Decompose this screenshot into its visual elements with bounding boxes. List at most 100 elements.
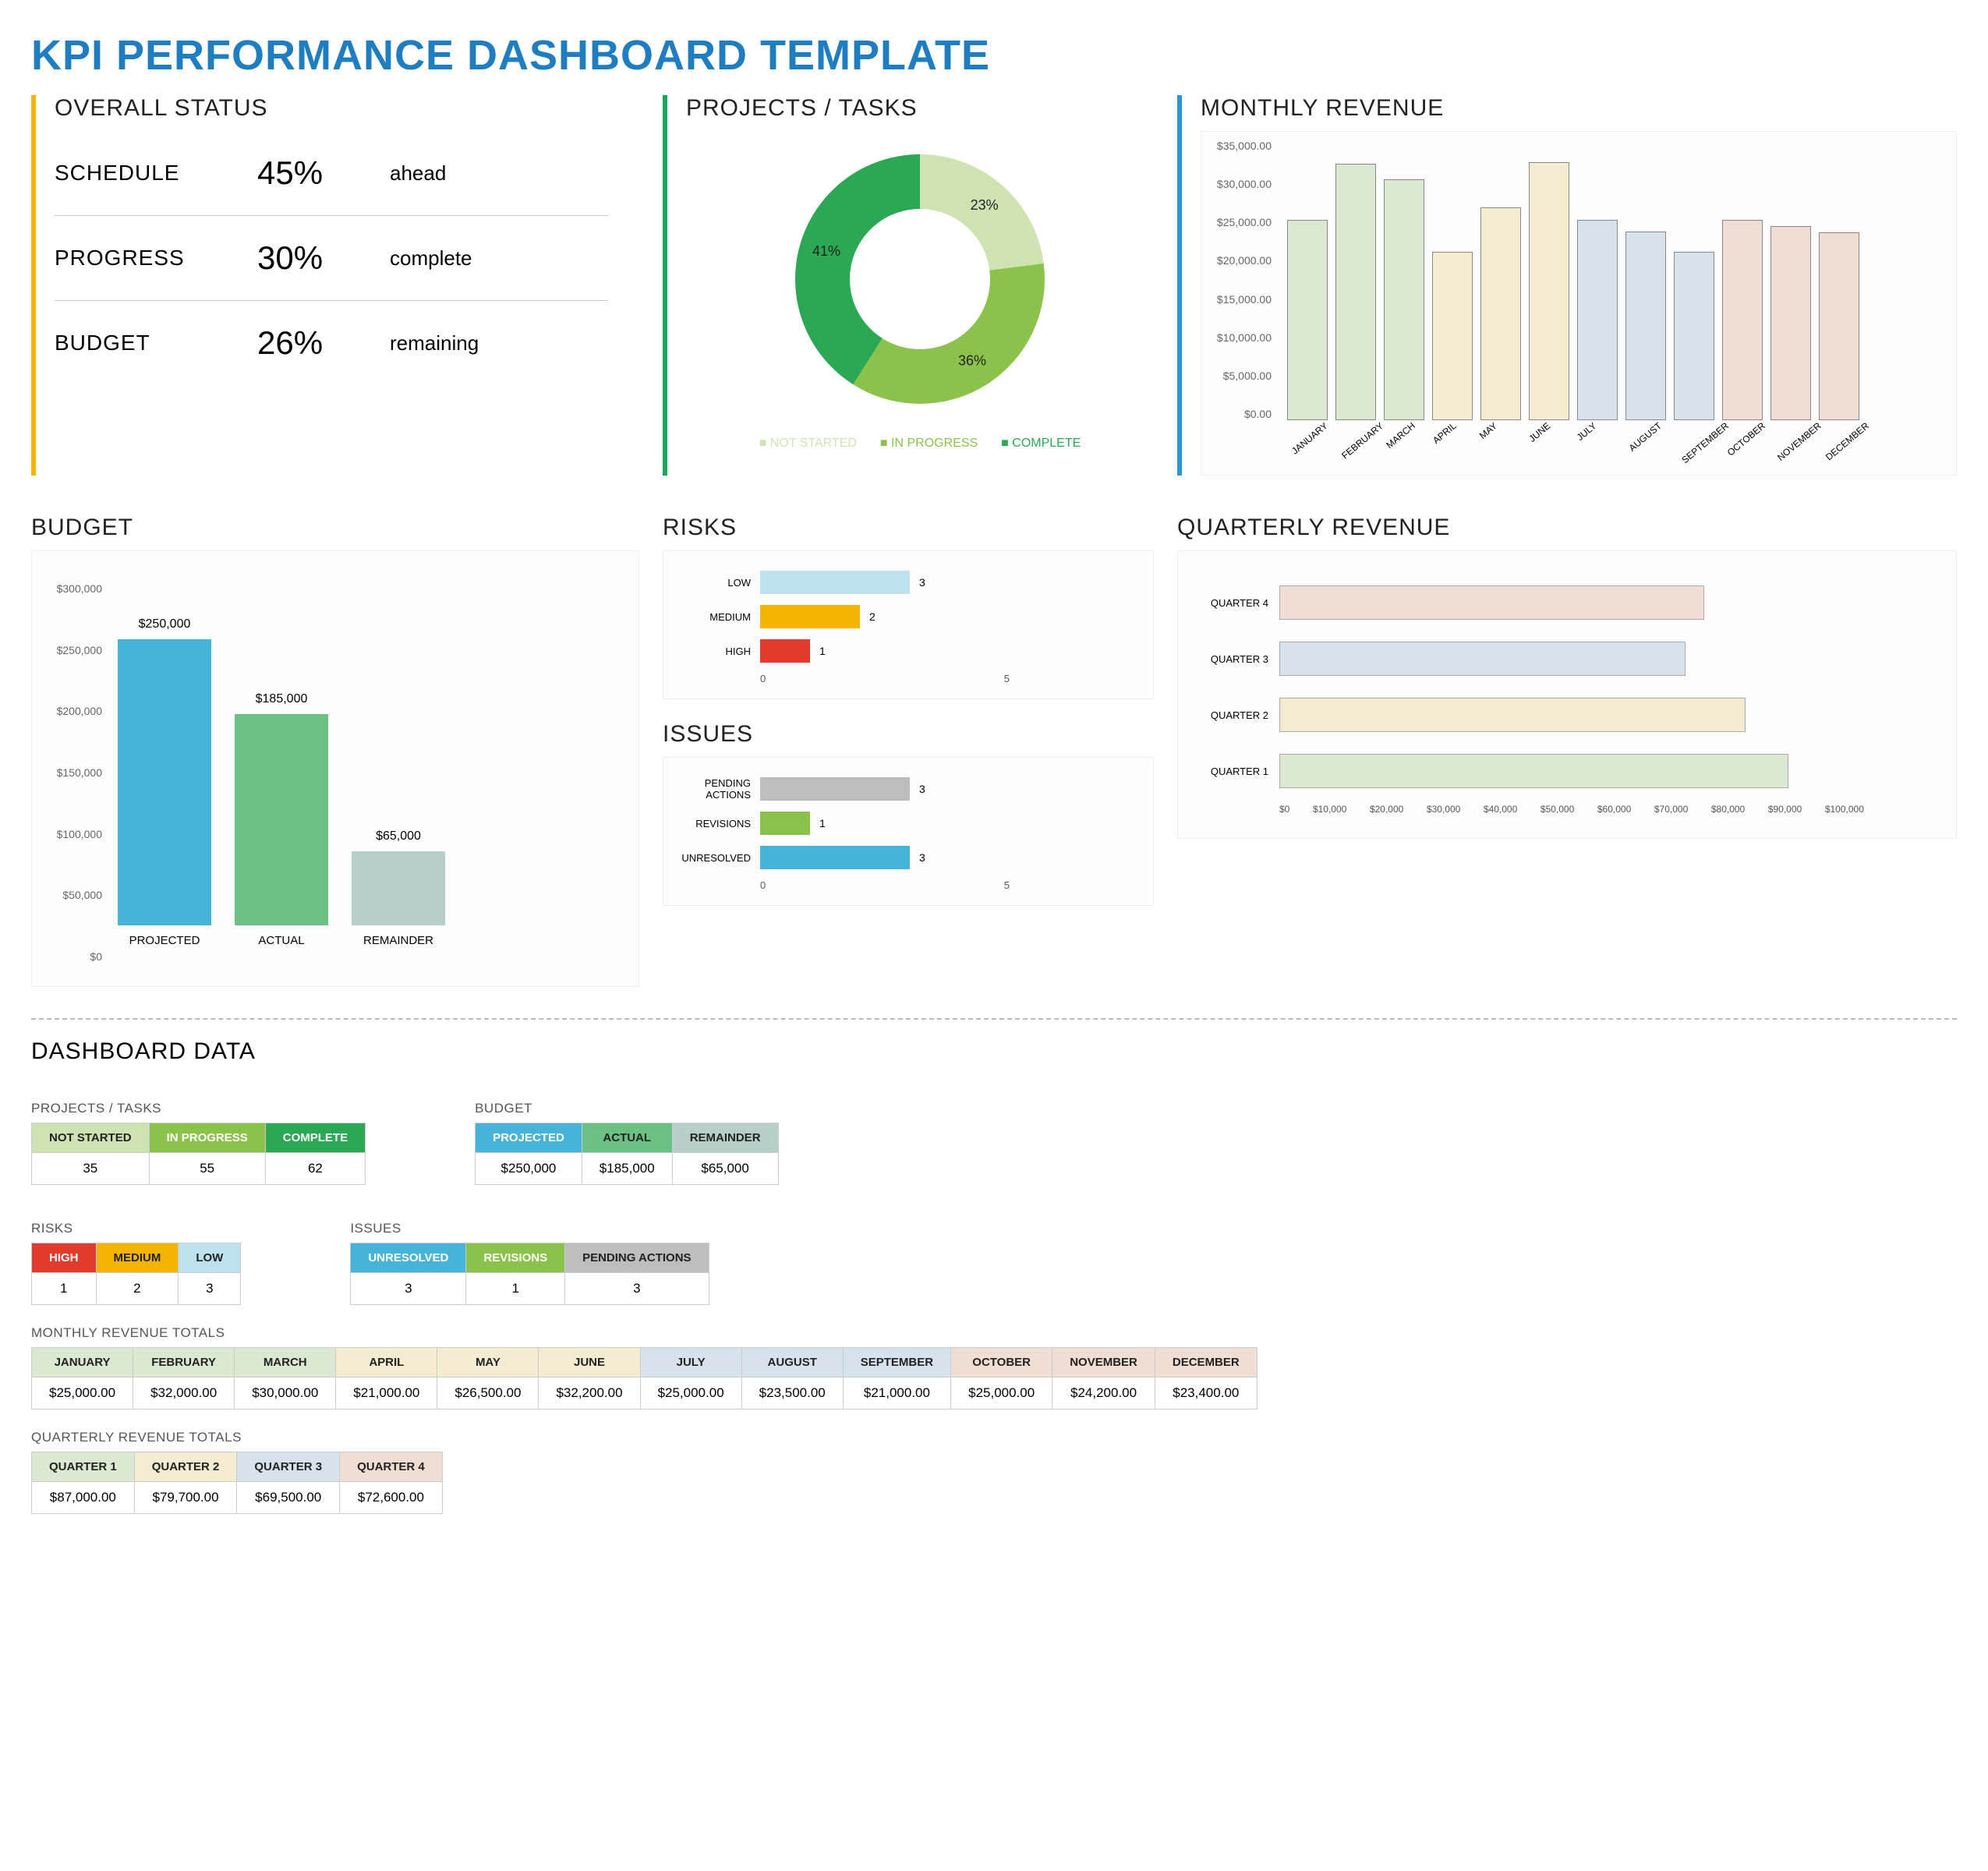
quarterly-bar-label: QUARTER 3 — [1194, 653, 1279, 665]
table-header: MARCH — [235, 1348, 336, 1378]
hbar-value: 3 — [910, 576, 925, 589]
dd-risks-table: HIGHMEDIUMLOW123 — [31, 1243, 241, 1305]
hbar-label: LOW — [674, 577, 760, 589]
table-header: HIGH — [32, 1243, 97, 1273]
monthly-bar: AUGUST — [1625, 232, 1666, 420]
section-title-risks: RISKS — [663, 515, 1154, 541]
table-cell: $69,500.00 — [237, 1482, 340, 1514]
table-header: MEDIUM — [96, 1243, 179, 1273]
hbar-value: 1 — [810, 817, 826, 829]
monthly-revenue-panel: MONTHLY REVENUE $35,000.00$30,000.00$25,… — [1177, 95, 1957, 476]
table-cell: $21,000.00 — [843, 1378, 950, 1409]
budget-bar: $185,000 ACTUAL — [235, 714, 328, 925]
hbar-row: PENDING ACTIONS 3 — [674, 772, 1142, 806]
monthly-bar: SEPTEMBER — [1674, 252, 1714, 420]
dd-budget-title: BUDGET — [475, 1101, 778, 1116]
table-cell: $23,500.00 — [741, 1378, 843, 1409]
table-header: REVISIONS — [466, 1243, 565, 1273]
table-header: APRIL — [336, 1348, 437, 1378]
quarterly-bar — [1279, 754, 1788, 788]
table-header: JANUARY — [32, 1348, 133, 1378]
dd-issues-title: ISSUES — [350, 1221, 709, 1236]
monthly-bar: JUNE — [1529, 162, 1569, 420]
budget-bar: $250,000 PROJECTED — [118, 639, 211, 925]
legend-not-started: NOT STARTED — [759, 437, 857, 451]
quarterly-bar — [1279, 642, 1686, 676]
hbar-value: 3 — [910, 783, 925, 795]
table-cell: $185,000 — [582, 1153, 672, 1185]
budget-bar-label: $250,000 — [139, 617, 191, 631]
table-header: JUNE — [539, 1348, 640, 1378]
monthly-bar-cat: MARCH — [1384, 420, 1417, 451]
dd-issues-table: UNRESOLVEDREVISIONSPENDING ACTIONS313 — [350, 1243, 709, 1305]
table-header: DECEMBER — [1155, 1348, 1257, 1378]
donut-label: 41% — [812, 243, 840, 259]
budget-panel: BUDGET $300,000$250,000$200,000$150,000$… — [31, 515, 639, 987]
monthly-bar: NOVEMBER — [1770, 226, 1811, 420]
monthly-bar: APRIL — [1432, 252, 1473, 420]
budget-bar-cat: PROJECTED — [129, 934, 200, 947]
page-title: KPI PERFORMANCE DASHBOARD TEMPLATE — [31, 31, 1957, 80]
budget-bar-label: $185,000 — [256, 692, 308, 706]
table-header: NOT STARTED — [32, 1123, 150, 1153]
monthly-bar-cat: AUGUST — [1627, 420, 1664, 454]
hbar-row: REVISIONS 1 — [674, 806, 1142, 840]
monthly-bar: JULY — [1577, 220, 1618, 420]
dd-quarterly-table: QUARTER 1QUARTER 2QUARTER 3QUARTER 4$87,… — [31, 1452, 443, 1514]
section-title-dashdata: DASHBOARD DATA — [31, 1038, 1957, 1065]
table-cell: 62 — [265, 1153, 365, 1185]
budget-bar-label: $65,000 — [376, 829, 421, 844]
table-cell: 35 — [32, 1153, 150, 1185]
table-cell: 3 — [565, 1273, 709, 1305]
quarterly-bar-label: QUARTER 2 — [1194, 709, 1279, 721]
quarterly-panel: QUARTERLY REVENUE QUARTER 4 QUARTER 3 QU… — [1177, 515, 1957, 987]
quarterly-bar — [1279, 585, 1704, 620]
hbar-value: 3 — [910, 851, 925, 864]
hbar-row: HIGH 1 — [674, 634, 1142, 668]
overall-status-panel: OVERALL STATUS SCHEDULE 45% ahead PROGRE… — [31, 95, 639, 476]
donut-label: 23% — [971, 197, 999, 213]
monthly-bar-cat: SEPTEMBER — [1679, 420, 1731, 465]
dd-projects-table: NOT STARTEDIN PROGRESSCOMPLETE355562 — [31, 1123, 366, 1185]
status-budget-text: remaining — [390, 331, 479, 355]
table-header: COMPLETE — [265, 1123, 365, 1153]
table-cell: $25,000.00 — [32, 1378, 133, 1409]
dd-monthly-title: MONTHLY REVENUE TOTALS — [31, 1325, 1957, 1341]
hbar-label: PENDING ACTIONS — [674, 777, 760, 801]
hbar-row: UNRESOLVED 3 — [674, 840, 1142, 875]
table-cell: 1 — [466, 1273, 565, 1305]
projects-panel: PROJECTS / TASKS 23%36%41% NOT STARTED I… — [663, 95, 1154, 476]
quarterly-bar-row: QUARTER 2 — [1194, 687, 1940, 743]
quarterly-bar-row: QUARTER 3 — [1194, 631, 1940, 687]
dd-budget-table: PROJECTEDACTUALREMAINDER$250,000$185,000… — [475, 1123, 778, 1185]
dd-projects-title: PROJECTS / TASKS — [31, 1101, 366, 1116]
table-header: PENDING ACTIONS — [565, 1243, 709, 1273]
table-cell: $25,000.00 — [951, 1378, 1052, 1409]
section-title-issues: ISSUES — [663, 721, 1154, 748]
status-progress-value: 30% — [257, 239, 359, 277]
donut-slice — [853, 263, 1045, 404]
status-budget-label: BUDGET — [55, 331, 226, 355]
monthly-bar-cat: JULY — [1575, 420, 1599, 443]
table-header: IN PROGRESS — [149, 1123, 265, 1153]
monthly-bar-cat: JANUARY — [1289, 420, 1330, 457]
table-cell: 3 — [179, 1273, 241, 1305]
table-cell: $21,000.00 — [336, 1378, 437, 1409]
table-header: REMAINDER — [672, 1123, 778, 1153]
table-cell: 1 — [32, 1273, 97, 1305]
monthly-bar-cat: JUNE — [1526, 420, 1552, 444]
hbar — [760, 777, 910, 801]
projects-donut-chart: 23%36%41% — [756, 131, 1084, 427]
hbar — [760, 639, 810, 663]
table-cell: $24,200.00 — [1052, 1378, 1155, 1409]
status-schedule-label: SCHEDULE — [55, 161, 226, 186]
monthly-bar-cat: NOVEMBER — [1775, 420, 1824, 463]
legend-in-progress: IN PROGRESS — [880, 437, 978, 451]
hbar — [760, 812, 810, 835]
table-cell: $87,000.00 — [32, 1482, 135, 1514]
table-header: UNRESOLVED — [351, 1243, 466, 1273]
dd-monthly-table: JANUARYFEBRUARYMARCHAPRILMAYJUNEJULYAUGU… — [31, 1347, 1258, 1409]
table-cell: 2 — [96, 1273, 179, 1305]
monthly-bar: MAY — [1480, 207, 1521, 420]
quarterly-bar-label: QUARTER 1 — [1194, 766, 1279, 777]
